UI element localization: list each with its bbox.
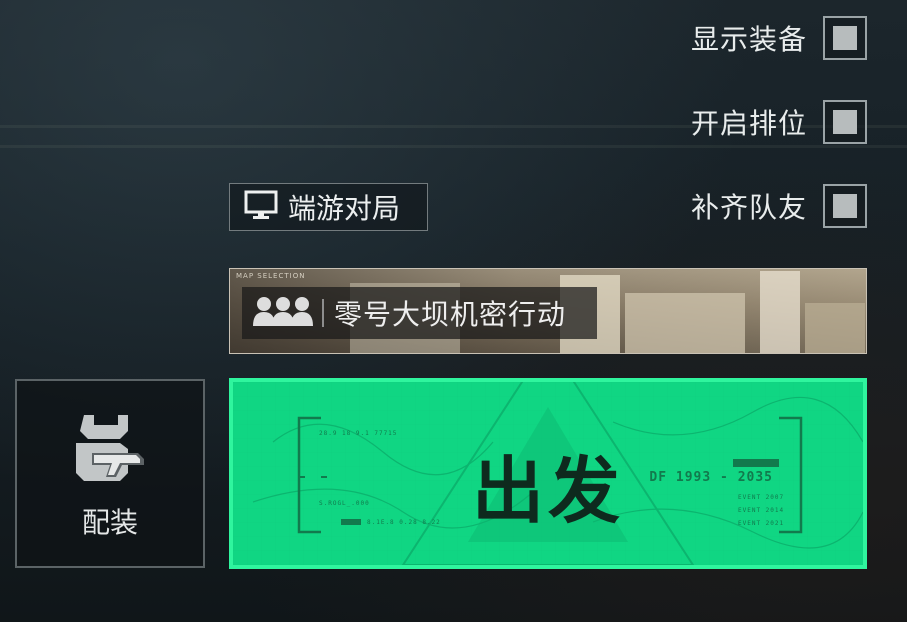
loadout-label: 配装 [81, 506, 138, 539]
fill-squad-checkbox[interactable] [823, 184, 867, 228]
option-show-equipment[interactable]: 显示装备 [691, 16, 867, 60]
deploy-event: EVENT 2021 [738, 520, 785, 527]
label-divider [322, 299, 324, 327]
option-ranked[interactable]: 开启排位 [691, 100, 867, 144]
deploy-year-range: DF 1993 - 2035 [649, 470, 773, 485]
monitor-icon [244, 190, 278, 224]
map-building [760, 271, 800, 353]
loadout-gun-icon [72, 413, 150, 491]
ranked-checkbox[interactable] [823, 100, 867, 144]
deploy-event: EVENT 2014 [738, 507, 785, 514]
checkbox-mark [833, 194, 857, 218]
show-equipment-checkbox[interactable] [823, 16, 867, 60]
option-label: 开启排位 [690, 107, 807, 140]
map-label: 零号大坝机密行动 [242, 287, 597, 339]
deploy-event: EVENT 2007 [738, 494, 785, 501]
map-building [625, 293, 745, 353]
map-name: 零号大坝机密行动 [334, 298, 567, 331]
pc-match-label: 端游对局 [288, 192, 401, 225]
option-label: 显示装备 [690, 23, 807, 56]
checkbox-mark [833, 110, 857, 134]
checkbox-mark [833, 26, 857, 50]
background-band [0, 145, 907, 148]
map-building [805, 303, 865, 353]
option-label: 补齐队友 [690, 191, 807, 224]
map-selection-card[interactable]: MAP SELECTION 零号大坝机密行动 [229, 268, 867, 354]
squad-icon [252, 294, 314, 332]
pc-match-button[interactable]: 端游对局 [229, 183, 428, 231]
loadout-button[interactable]: 配装 [15, 379, 205, 568]
map-selection-tag: MAP SELECTION [236, 272, 306, 280]
option-fill-squad[interactable]: 补齐队友 [691, 184, 867, 228]
deploy-button[interactable]: 28.9 18 9.1 77715 S.ROGL_.000 8.1E.8 0.2… [229, 378, 867, 569]
